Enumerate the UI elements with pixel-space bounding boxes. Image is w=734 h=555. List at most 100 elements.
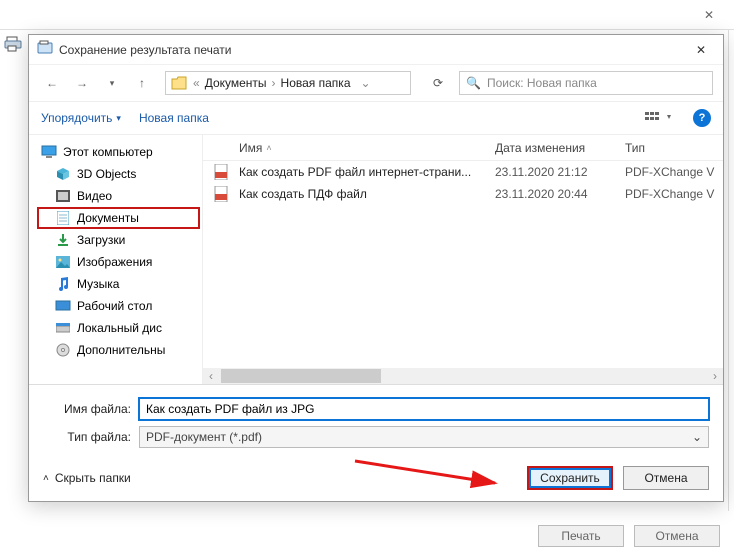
breadcrumb-item-documents[interactable]: Документы [203, 76, 269, 90]
printer-icon [4, 36, 22, 55]
print-button[interactable]: Печать [538, 525, 624, 547]
document-icon [55, 211, 71, 225]
tree-label: Музыка [77, 277, 119, 291]
tree-item-music[interactable]: Музыка [37, 273, 200, 295]
file-row[interactable]: Как создать ПДФ файл 23.11.2020 20:44 PD… [203, 183, 723, 205]
folder-tree: Этот компьютер 3D Objects Видео Документ… [29, 135, 203, 384]
breadcrumb-sep: « [190, 76, 203, 90]
scroll-left-icon[interactable]: ‹ [203, 368, 219, 384]
cancel-button[interactable]: Отмена [623, 466, 709, 490]
tree-label: Видео [77, 189, 112, 203]
tree-label: Загрузки [77, 233, 125, 247]
column-name[interactable]: Имя ˄ [203, 141, 495, 155]
column-date[interactable]: Дата изменения [495, 141, 625, 155]
horizontal-scrollbar[interactable]: ‹ › [203, 368, 723, 384]
search-input[interactable]: 🔍 Поиск: Новая папка [459, 71, 713, 95]
tree-label: Этот компьютер [63, 145, 153, 159]
filename-input[interactable] [139, 398, 709, 420]
breadcrumb[interactable]: « Документы › Новая папка ⌄ [165, 71, 411, 95]
tree-label: Рабочий стол [77, 299, 152, 313]
parent-divider [728, 30, 729, 511]
file-type: PDF-XChange V [625, 165, 723, 179]
new-folder-button[interactable]: Новая папка [139, 111, 209, 125]
tree-item-downloads[interactable]: Загрузки [37, 229, 200, 251]
download-icon [55, 233, 71, 247]
breadcrumb-dropdown-icon[interactable]: ⌄ [353, 76, 371, 90]
picture-icon [55, 256, 71, 268]
file-name: Как создать ПДФ файл [239, 187, 495, 201]
history-dropdown-icon[interactable]: ▾ [99, 70, 125, 96]
up-button[interactable]: ↑ [129, 70, 155, 96]
column-type[interactable]: Тип [625, 141, 723, 155]
search-placeholder: Поиск: Новая папка [487, 76, 597, 90]
tree-item-pictures[interactable]: Изображения [37, 251, 200, 273]
file-date: 23.11.2020 21:12 [495, 165, 625, 179]
file-date: 23.11.2020 20:44 [495, 187, 625, 201]
file-name: Как создать PDF файл интернет-страни... [239, 165, 495, 179]
column-headers: Имя ˄ Дата изменения Тип [203, 135, 723, 161]
tree-item-desktop[interactable]: Рабочий стол [37, 295, 200, 317]
dialog-body: Этот компьютер 3D Objects Видео Документ… [29, 135, 723, 385]
hide-folders-label: Скрыть папки [55, 471, 131, 485]
monitor-icon [41, 145, 57, 159]
pdf-file-icon [203, 186, 239, 202]
dialog-actions: ˄ Скрыть папки Сохранить Отмена [29, 455, 723, 501]
scroll-thumb[interactable] [221, 369, 381, 383]
file-fields: Имя файла: Тип файла: PDF-документ (*.pd… [29, 385, 723, 455]
filename-label: Имя файла: [43, 402, 139, 416]
tree-item-video[interactable]: Видео [37, 185, 200, 207]
chevron-right-icon: › [269, 76, 279, 90]
breadcrumb-item-folder[interactable]: Новая папка [279, 76, 353, 90]
pdf-file-icon [203, 164, 239, 180]
column-name-label: Имя [239, 141, 262, 155]
save-dialog-icon [37, 40, 53, 59]
dialog-titlebar: Сохранение результата печати ✕ [29, 35, 723, 65]
view-mode-button[interactable] [645, 110, 675, 126]
file-list-pane: Имя ˄ Дата изменения Тип Как создать PDF… [203, 135, 723, 384]
folder-icon [168, 76, 190, 90]
toolbar: Упорядочить ▾ Новая папка ? [29, 101, 723, 135]
tree-item-documents[interactable]: Документы [37, 207, 200, 229]
back-button[interactable]: ← [39, 70, 65, 96]
desktop-icon [55, 300, 71, 312]
file-type: PDF-XChange V [625, 187, 723, 201]
file-row[interactable]: Как создать PDF файл интернет-страни... … [203, 161, 723, 183]
music-icon [55, 277, 71, 291]
cube-icon [55, 167, 71, 181]
chevron-down-icon: ▾ [116, 113, 121, 124]
tree-label: Документы [77, 211, 139, 225]
save-dialog: Сохранение результата печати ✕ ← → ▾ ↑ «… [28, 34, 724, 502]
tree-label: Локальный дис [77, 321, 162, 335]
navigation-bar: ← → ▾ ↑ « Документы › Новая папка ⌄ ⟳ 🔍 … [29, 65, 723, 101]
dialog-title: Сохранение результата печати [59, 43, 687, 57]
parent-cancel-button[interactable]: Отмена [634, 525, 720, 547]
forward-button[interactable]: → [69, 70, 95, 96]
film-icon [55, 190, 71, 202]
parent-close-icon[interactable]: ✕ [694, 0, 724, 30]
hide-folders-toggle[interactable]: ˄ Скрыть папки [43, 471, 131, 485]
tree-label: Дополнительны [77, 343, 165, 357]
tree-item-local-disk[interactable]: Локальный дис [37, 317, 200, 339]
close-icon[interactable]: ✕ [687, 36, 715, 64]
scroll-right-icon[interactable]: › [707, 368, 723, 384]
tree-label: 3D Objects [77, 167, 136, 181]
drive-icon [55, 323, 71, 333]
tree-item-extra-disk[interactable]: Дополнительны [37, 339, 200, 361]
organize-label: Упорядочить [41, 111, 112, 125]
help-icon[interactable]: ? [693, 109, 711, 127]
save-button[interactable]: Сохранить [527, 466, 613, 490]
disc-icon [55, 343, 71, 357]
organize-menu[interactable]: Упорядочить ▾ [41, 111, 121, 125]
filetype-label: Тип файла: [43, 430, 139, 444]
sort-asc-icon: ˄ [266, 143, 271, 153]
tree-item-this-pc[interactable]: Этот компьютер [37, 141, 200, 163]
parent-actions: Печать Отмена [538, 525, 720, 547]
tree-label: Изображения [77, 255, 152, 269]
tree-item-3d[interactable]: 3D Objects [37, 163, 200, 185]
chevron-up-icon: ˄ [43, 473, 49, 484]
search-icon: 🔍 [466, 76, 481, 90]
filetype-value: PDF-документ (*.pdf) [146, 430, 262, 444]
refresh-button[interactable]: ⟳ [425, 70, 451, 96]
filetype-select[interactable]: PDF-документ (*.pdf) ⌄ [139, 426, 709, 448]
chevron-down-icon: ⌄ [692, 430, 702, 444]
